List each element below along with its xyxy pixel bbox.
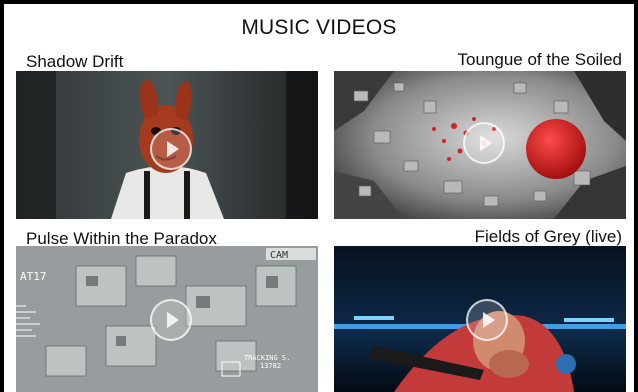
video-thumbnail-toungue-of-the-soiled[interactable] [334, 71, 626, 219]
video-thumbnail-fields-of-grey-live[interactable] [334, 246, 626, 392]
hud-code-label: AT17 [20, 270, 47, 283]
hud-tracking-label: TRACKING S. [244, 354, 290, 362]
play-icon[interactable] [150, 299, 192, 341]
page-title: MUSIC VIDEOS [241, 16, 397, 39]
play-icon[interactable] [150, 128, 192, 170]
play-icon[interactable] [463, 122, 505, 164]
video-title-shadow-drift[interactable]: Shadow Drift [26, 52, 123, 72]
video-thumbnail-shadow-drift[interactable] [16, 71, 318, 219]
hud-tracking-code: 13782 [260, 362, 281, 370]
video-thumbnail-pulse-within-the-paradox[interactable]: CAM AT17 TRACKING S. 13782 [16, 246, 318, 392]
play-icon[interactable] [466, 299, 508, 341]
video-title-fields-of-grey-live[interactable]: Fields of Grey (live) [475, 227, 622, 247]
video-title-toungue-of-the-soiled[interactable]: Toungue of the Soiled [458, 50, 622, 70]
hud-cam-label: CAM [270, 250, 288, 261]
music-videos-panel: MUSIC VIDEOS Shadow Drift Toungue of the… [4, 4, 634, 392]
